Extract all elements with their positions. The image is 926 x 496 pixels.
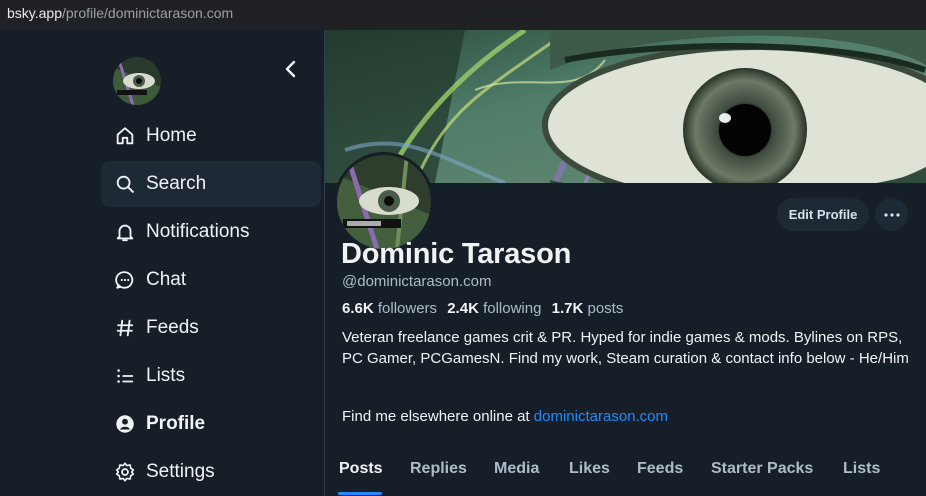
sidebar-item-settings[interactable]: Settings [101,449,321,495]
search-icon [116,175,134,193]
followers-label: followers [377,300,438,317]
profile-bio: Veteran freelance games crit & PR. Hyped… [342,329,909,367]
sidebar: Home Search Notifications Chat Feeds Lis… [0,30,324,496]
ellipsis-icon [883,212,900,217]
followers-stat[interactable]: 6.6K followers [342,300,437,317]
gear-icon [115,462,135,482]
address-bar[interactable]: bsky.app/profile/dominictarason.com [0,0,926,30]
hash-icon [116,319,134,337]
tab-replies[interactable]: Replies [410,448,467,496]
sidebar-item-profile[interactable]: Profile [101,401,321,447]
following-label: following [483,300,542,317]
list-icon [117,369,134,383]
sidebar-item-chat[interactable]: Chat [101,257,321,303]
following-stat[interactable]: 2.4K following [447,300,541,317]
more-options-button[interactable] [875,198,908,231]
bio-link-prefix: Find me elsewhere online at [342,408,530,425]
followers-count: 6.6K [342,300,374,317]
posts-stat: 1.7K posts [552,300,624,317]
url-host: bsky.app [7,5,62,21]
sidebar-avatar[interactable] [113,57,161,105]
home-icon [116,127,134,145]
sidebar-item-feeds[interactable]: Feeds [101,305,321,351]
profile-banner[interactable] [325,30,926,183]
tab-likes[interactable]: Likes [569,448,610,496]
url-path: /profile/dominictarason.com [62,5,234,21]
sidebar-item-home[interactable]: Home [101,113,321,159]
sidebar-item-label: Search [146,173,207,194]
sidebar-item-label: Profile [146,413,206,434]
profile-bio-links: Find me elsewhere online at dominictaras… [342,408,668,425]
profile-main: Edit Profile Dominic Tarason @dominictar… [324,30,926,496]
profile-display-name: Dominic Tarason [341,238,572,270]
posts-label: posts [587,300,624,317]
profile-handle: @dominictarason.com [342,273,492,290]
tab-lists[interactable]: Lists [843,448,880,496]
chat-icon [115,271,134,289]
tab-posts[interactable]: Posts [339,448,383,496]
sidebar-item-search[interactable]: Search [101,161,321,207]
sidebar-item-label: Settings [146,461,215,482]
tab-starter-packs[interactable]: Starter Packs [711,448,813,496]
sidebar-item-lists[interactable]: Lists [101,353,321,399]
sidebar-item-label: Feeds [146,317,199,338]
tab-media[interactable]: Media [494,448,539,496]
sidebar-item-label: Lists [146,365,186,386]
collapse-sidebar-button[interactable] [276,54,306,84]
chevron-left-icon [285,60,296,78]
profile-stats: 6.6K followers 2.4K following 1.7K posts [342,300,629,317]
sidebar-item-label: Chat [146,269,187,290]
sidebar-item-label: Notifications [146,221,250,242]
active-tab-indicator [338,492,382,495]
bio-website-link[interactable]: dominictarason.com [534,408,668,425]
profile-tabs: Posts Replies Media Likes Feeds Starter … [325,448,926,496]
edit-profile-button[interactable]: Edit Profile [777,198,869,231]
sidebar-item-notifications[interactable]: Notifications [101,209,321,255]
tab-feeds[interactable]: Feeds [637,448,683,496]
posts-count: 1.7K [551,300,584,317]
following-count: 2.4K [447,300,479,317]
bell-icon [116,224,134,242]
sidebar-item-label: Home [146,125,197,146]
person-icon [116,415,134,433]
profile-avatar[interactable] [334,152,434,252]
